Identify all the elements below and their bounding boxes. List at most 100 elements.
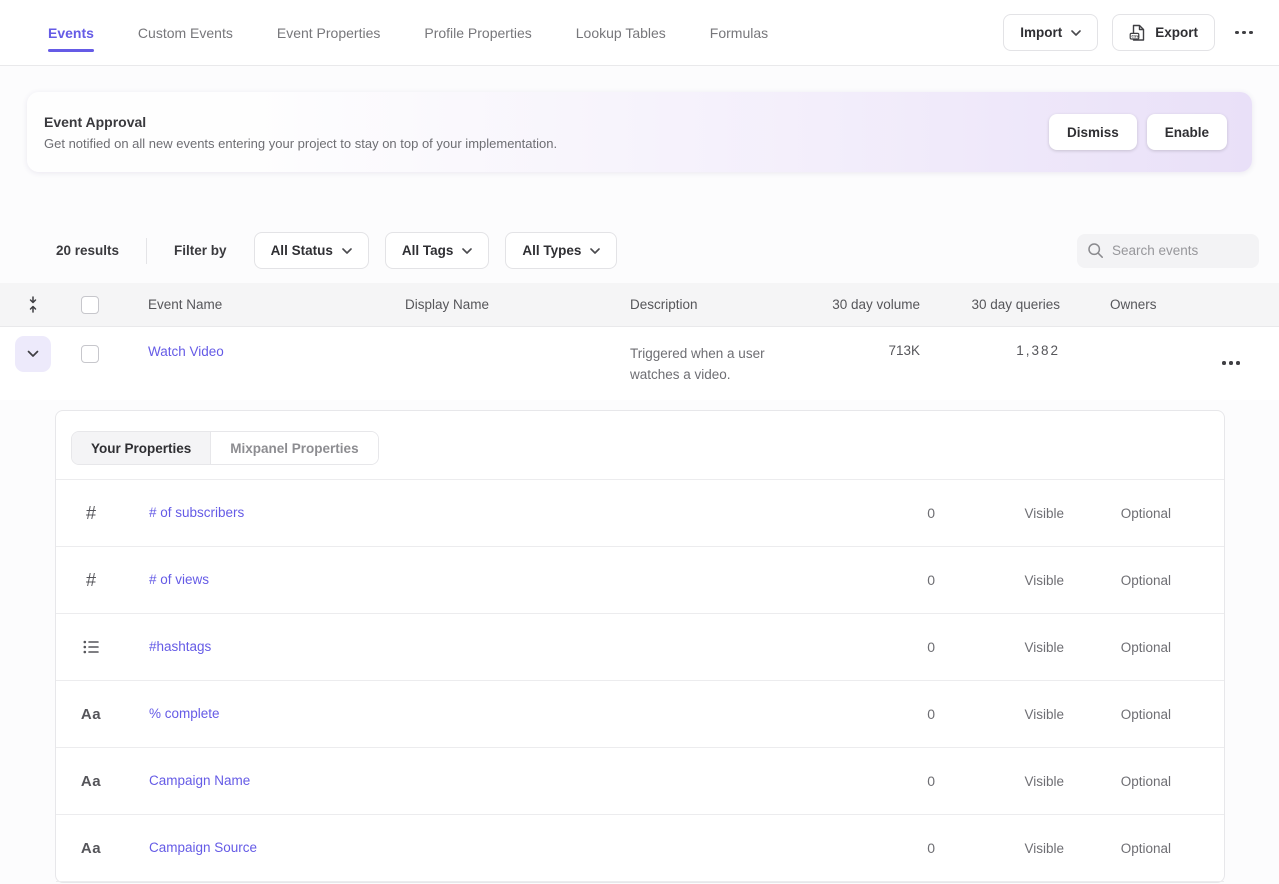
filter-dropdowns: All Status All Tags All Types — [254, 232, 618, 269]
svg-text:csv: csv — [1132, 33, 1140, 38]
property-row: Aa Campaign Name 0 Visible Optional — [56, 748, 1224, 815]
property-row: # # of views 0 Visible Optional — [56, 547, 1224, 614]
event-description: Triggered when a user watches a video. — [630, 327, 788, 385]
export-button-label: Export — [1155, 25, 1198, 40]
column-owners: Owners — [1060, 297, 1200, 312]
property-requirement[interactable]: Optional — [1064, 707, 1224, 722]
property-requirement[interactable]: Optional — [1064, 573, 1224, 588]
tab-lookup-tables-label: Lookup Tables — [576, 25, 666, 41]
property-name-link[interactable]: Campaign Name — [149, 773, 250, 788]
results-count: 20 results — [56, 243, 119, 258]
search-icon — [1087, 242, 1104, 259]
csv-file-icon: csv — [1129, 24, 1146, 42]
column-30-day-queries: 30 day queries — [920, 297, 1060, 312]
dismiss-button[interactable]: Dismiss — [1049, 114, 1137, 150]
property-requirement[interactable]: Optional — [1064, 640, 1224, 655]
property-query-count: 0 — [827, 639, 935, 655]
tab-event-properties-label: Event Properties — [277, 25, 381, 41]
tab-your-properties[interactable]: Your Properties — [72, 432, 211, 464]
property-visibility[interactable]: Visible — [935, 640, 1064, 655]
types-filter-dropdown[interactable]: All Types — [505, 232, 617, 269]
event-30-day-queries: 1,382 — [920, 327, 1060, 358]
export-button[interactable]: csv Export — [1112, 14, 1215, 51]
nav-actions: Import csv Export — [1003, 0, 1259, 65]
row-checkbox[interactable] — [81, 345, 99, 363]
property-visibility[interactable]: Visible — [935, 841, 1064, 856]
property-row: # # of subscribers 0 Visible Optional — [56, 480, 1224, 547]
text-type-icon: Aa — [72, 840, 110, 857]
property-requirement[interactable]: Optional — [1064, 774, 1224, 789]
collapse-all-button[interactable] — [0, 296, 66, 313]
property-name-link[interactable]: % complete — [149, 706, 220, 721]
tab-events-label: Events — [48, 25, 94, 41]
column-30-day-volume: 30 day volume — [790, 297, 920, 312]
search-input[interactable] — [1112, 243, 1249, 258]
divider — [146, 238, 147, 264]
chevron-down-icon — [27, 350, 39, 358]
events-table-header: Event Name Display Name Description 30 d… — [0, 283, 1279, 327]
ellipsis-icon — [1235, 31, 1253, 35]
property-query-count: 0 — [827, 505, 935, 521]
column-description: Description — [630, 297, 790, 312]
tab-profile-properties[interactable]: Profile Properties — [424, 0, 531, 65]
text-type-icon: Aa — [72, 706, 110, 723]
collapse-row-button[interactable] — [15, 336, 51, 372]
import-button-label: Import — [1020, 25, 1062, 40]
event-row-watch-video: Watch Video Triggered when a user watche… — [0, 327, 1279, 400]
collapse-rows-icon — [26, 296, 40, 313]
property-name-link[interactable]: # of views — [149, 572, 209, 587]
property-query-count: 0 — [827, 840, 935, 856]
enable-button[interactable]: Enable — [1147, 114, 1227, 150]
banner-text: Event Approval Get notified on all new e… — [44, 114, 557, 151]
property-requirement[interactable]: Optional — [1064, 506, 1224, 521]
ellipsis-icon — [1222, 361, 1240, 365]
banner-description: Get notified on all new events entering … — [44, 136, 557, 151]
tab-formulas-label: Formulas — [710, 25, 768, 41]
import-button[interactable]: Import — [1003, 14, 1098, 51]
property-name-link[interactable]: Campaign Source — [149, 840, 257, 855]
property-name-link[interactable]: #hashtags — [149, 639, 211, 654]
tags-filter-dropdown[interactable]: All Tags — [385, 232, 490, 269]
tab-custom-events-label: Custom Events — [138, 25, 233, 41]
property-row: Aa Campaign Source 0 Visible Optional — [56, 815, 1224, 882]
tab-mixpanel-properties[interactable]: Mixpanel Properties — [211, 432, 377, 464]
number-type-icon: # — [72, 570, 110, 591]
property-visibility[interactable]: Visible — [935, 707, 1064, 722]
select-all-checkbox[interactable] — [81, 296, 99, 314]
property-name-link[interactable]: # of subscribers — [149, 505, 244, 520]
event-name-link[interactable]: Watch Video — [148, 344, 224, 359]
property-query-count: 0 — [827, 773, 935, 789]
search-box — [1077, 234, 1259, 268]
property-visibility[interactable]: Visible — [935, 774, 1064, 789]
chevron-down-icon — [342, 248, 352, 254]
tab-lookup-tables[interactable]: Lookup Tables — [576, 0, 666, 65]
property-row: #hashtags 0 Visible Optional — [56, 614, 1224, 681]
property-visibility[interactable]: Visible — [935, 506, 1064, 521]
chevron-down-icon — [590, 248, 600, 254]
event-display-name — [405, 327, 630, 343]
text-type-icon: Aa — [72, 773, 110, 790]
property-requirement[interactable]: Optional — [1064, 841, 1224, 856]
property-visibility[interactable]: Visible — [935, 573, 1064, 588]
top-navigation: Events Custom Events Event Properties Pr… — [0, 0, 1279, 66]
nav-tabs: Events Custom Events Event Properties Pr… — [48, 0, 768, 65]
tab-event-properties[interactable]: Event Properties — [277, 0, 381, 65]
number-type-icon: # — [72, 503, 110, 524]
more-options-button[interactable] — [1229, 18, 1259, 48]
event-properties-panel: Your Properties Mixpanel Properties # # … — [55, 410, 1225, 883]
properties-tab-bar: Your Properties Mixpanel Properties — [56, 411, 1224, 480]
property-query-count: 0 — [827, 572, 935, 588]
tags-filter-label: All Tags — [402, 243, 454, 258]
tab-events[interactable]: Events — [48, 0, 94, 65]
properties-segmented-control: Your Properties Mixpanel Properties — [71, 431, 379, 465]
tab-profile-properties-label: Profile Properties — [424, 25, 531, 41]
row-more-options-button[interactable] — [1216, 348, 1246, 378]
event-owners — [1060, 327, 1200, 343]
property-row: Aa % complete 0 Visible Optional — [56, 681, 1224, 748]
tab-formulas[interactable]: Formulas — [710, 0, 768, 65]
chevron-down-icon — [462, 248, 472, 254]
tab-custom-events[interactable]: Custom Events — [138, 0, 233, 65]
column-event-name: Event Name — [114, 297, 405, 312]
status-filter-dropdown[interactable]: All Status — [254, 232, 369, 269]
status-filter-label: All Status — [271, 243, 333, 258]
